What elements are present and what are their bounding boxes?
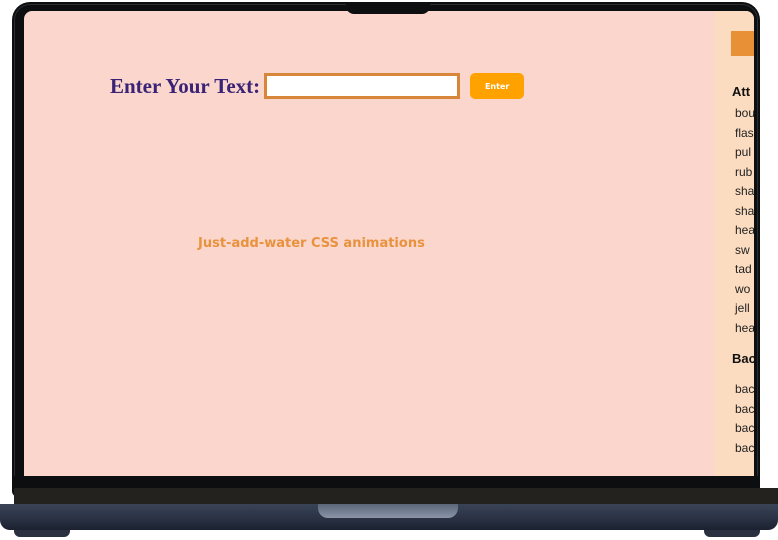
attention-list: bou flas pul rub sha sha hea sw tad wo j… bbox=[735, 104, 754, 338]
text-input[interactable] bbox=[264, 73, 461, 99]
laptop-screen: Enter Your Text: Enter Just-add-water CS… bbox=[24, 11, 754, 476]
back-list: bac bac bac bac bbox=[735, 380, 754, 458]
animation-tagline: Just-add-water CSS animations bbox=[198, 236, 425, 251]
sidebar-item-back[interactable]: bac bbox=[735, 380, 754, 400]
sidebar-item-back[interactable]: bac bbox=[735, 419, 754, 439]
sidebar-item-attention[interactable]: bou bbox=[735, 104, 754, 124]
sidebar-item-back[interactable]: bac bbox=[735, 400, 754, 420]
laptop-foot-left bbox=[14, 530, 70, 537]
animation-sidebar: Att bou flas pul rub sha sha hea sw tad … bbox=[714, 11, 754, 476]
sidebar-item-back[interactable]: bac bbox=[735, 439, 754, 459]
sidebar-item-attention[interactable]: jell bbox=[735, 299, 754, 319]
text-entry-form: Enter Your Text: Enter bbox=[110, 73, 525, 99]
sidebar-item-attention[interactable]: hea bbox=[735, 319, 754, 339]
sidebar-heading-back: Bac bbox=[732, 351, 754, 366]
sidebar-item-attention[interactable]: wo bbox=[735, 280, 754, 300]
laptop-base-groove bbox=[318, 504, 458, 518]
sidebar-item-attention[interactable]: sha bbox=[735, 182, 754, 202]
sidebar-item-attention[interactable]: sha bbox=[735, 202, 754, 222]
input-label: Enter Your Text: bbox=[110, 73, 261, 98]
sidebar-item-attention[interactable]: rub bbox=[735, 163, 754, 183]
sidebar-item-attention[interactable]: tad bbox=[735, 260, 754, 280]
laptop-hinge bbox=[14, 488, 778, 504]
sidebar-heading-attention: Att bbox=[732, 84, 751, 99]
sidebar-item-attention[interactable]: flas bbox=[735, 124, 754, 144]
sidebar-toggle-button[interactable] bbox=[731, 31, 754, 56]
sidebar-item-attention[interactable]: hea bbox=[735, 221, 754, 241]
camera-notch bbox=[346, 4, 430, 14]
sidebar-item-attention[interactable]: sw bbox=[735, 241, 754, 261]
laptop-foot-right bbox=[704, 530, 760, 537]
enter-button[interactable]: Enter bbox=[470, 73, 525, 99]
laptop-mockup: Enter Your Text: Enter Just-add-water CS… bbox=[0, 0, 778, 540]
sidebar-item-attention[interactable]: pul bbox=[735, 143, 754, 163]
